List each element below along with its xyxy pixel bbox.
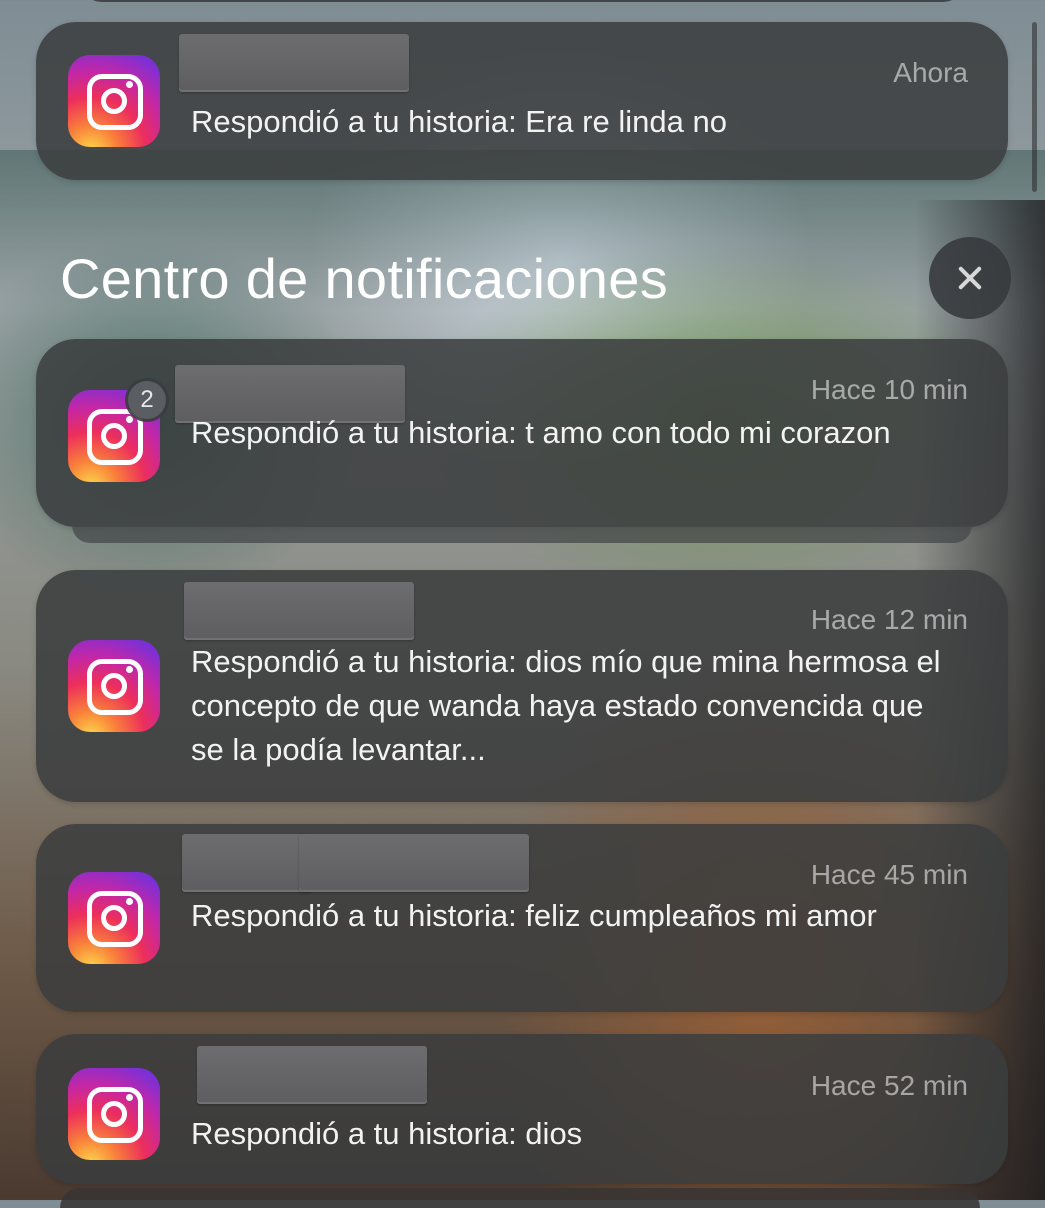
redacted-sender-name [184, 582, 414, 640]
instagram-icon [68, 1068, 160, 1160]
redacted-sender-name [182, 834, 312, 892]
notification-item[interactable]: Hace 45 min Respondió a tu historia: fel… [36, 824, 1008, 1012]
notification-message: Respondió a tu historia: dios [191, 1116, 583, 1151]
redacted-sender-name [299, 834, 529, 892]
notification-time: Hace 52 min [810, 1070, 968, 1101]
notification-time: Hace 12 min [810, 604, 968, 635]
notification-time: Ahora [893, 57, 968, 88]
notification-banner[interactable]: Ahora Respondió a tu historia: Era re li… [36, 22, 1008, 180]
notification-time: Hace 10 min [810, 374, 968, 405]
notification-count-badge: 2 [128, 381, 166, 419]
notification-item[interactable]: Hace 12 min Respondió a tu historia: dio… [36, 570, 1008, 802]
notification-center-title: Centro de notificaciones [60, 247, 668, 310]
notification-time: Hace 45 min [810, 859, 968, 890]
close-button[interactable] [929, 237, 1011, 319]
notification-message: Respondió a tu historia: t amo con todo … [191, 415, 891, 450]
previous-notification-edge [80, 0, 965, 2]
notification-message: Respondió a tu historia: dios mío que mi… [191, 644, 941, 767]
scroll-indicator [1032, 22, 1037, 192]
notification-message: Respondió a tu historia: feliz cumpleaño… [191, 898, 877, 933]
notification-item[interactable]: 2 Hace 10 min Respondió a tu historia: t… [36, 339, 1008, 543]
next-notification-edge [60, 1188, 980, 1208]
instagram-icon [68, 872, 160, 964]
notification-item[interactable]: Hace 52 min Respondió a tu historia: dio… [36, 1034, 1008, 1184]
notification-message: Respondió a tu historia: Era re linda no [191, 104, 727, 139]
instagram-icon [68, 640, 160, 732]
instagram-icon [68, 55, 160, 147]
redacted-sender-name [179, 34, 409, 92]
redacted-sender-name [197, 1046, 427, 1104]
